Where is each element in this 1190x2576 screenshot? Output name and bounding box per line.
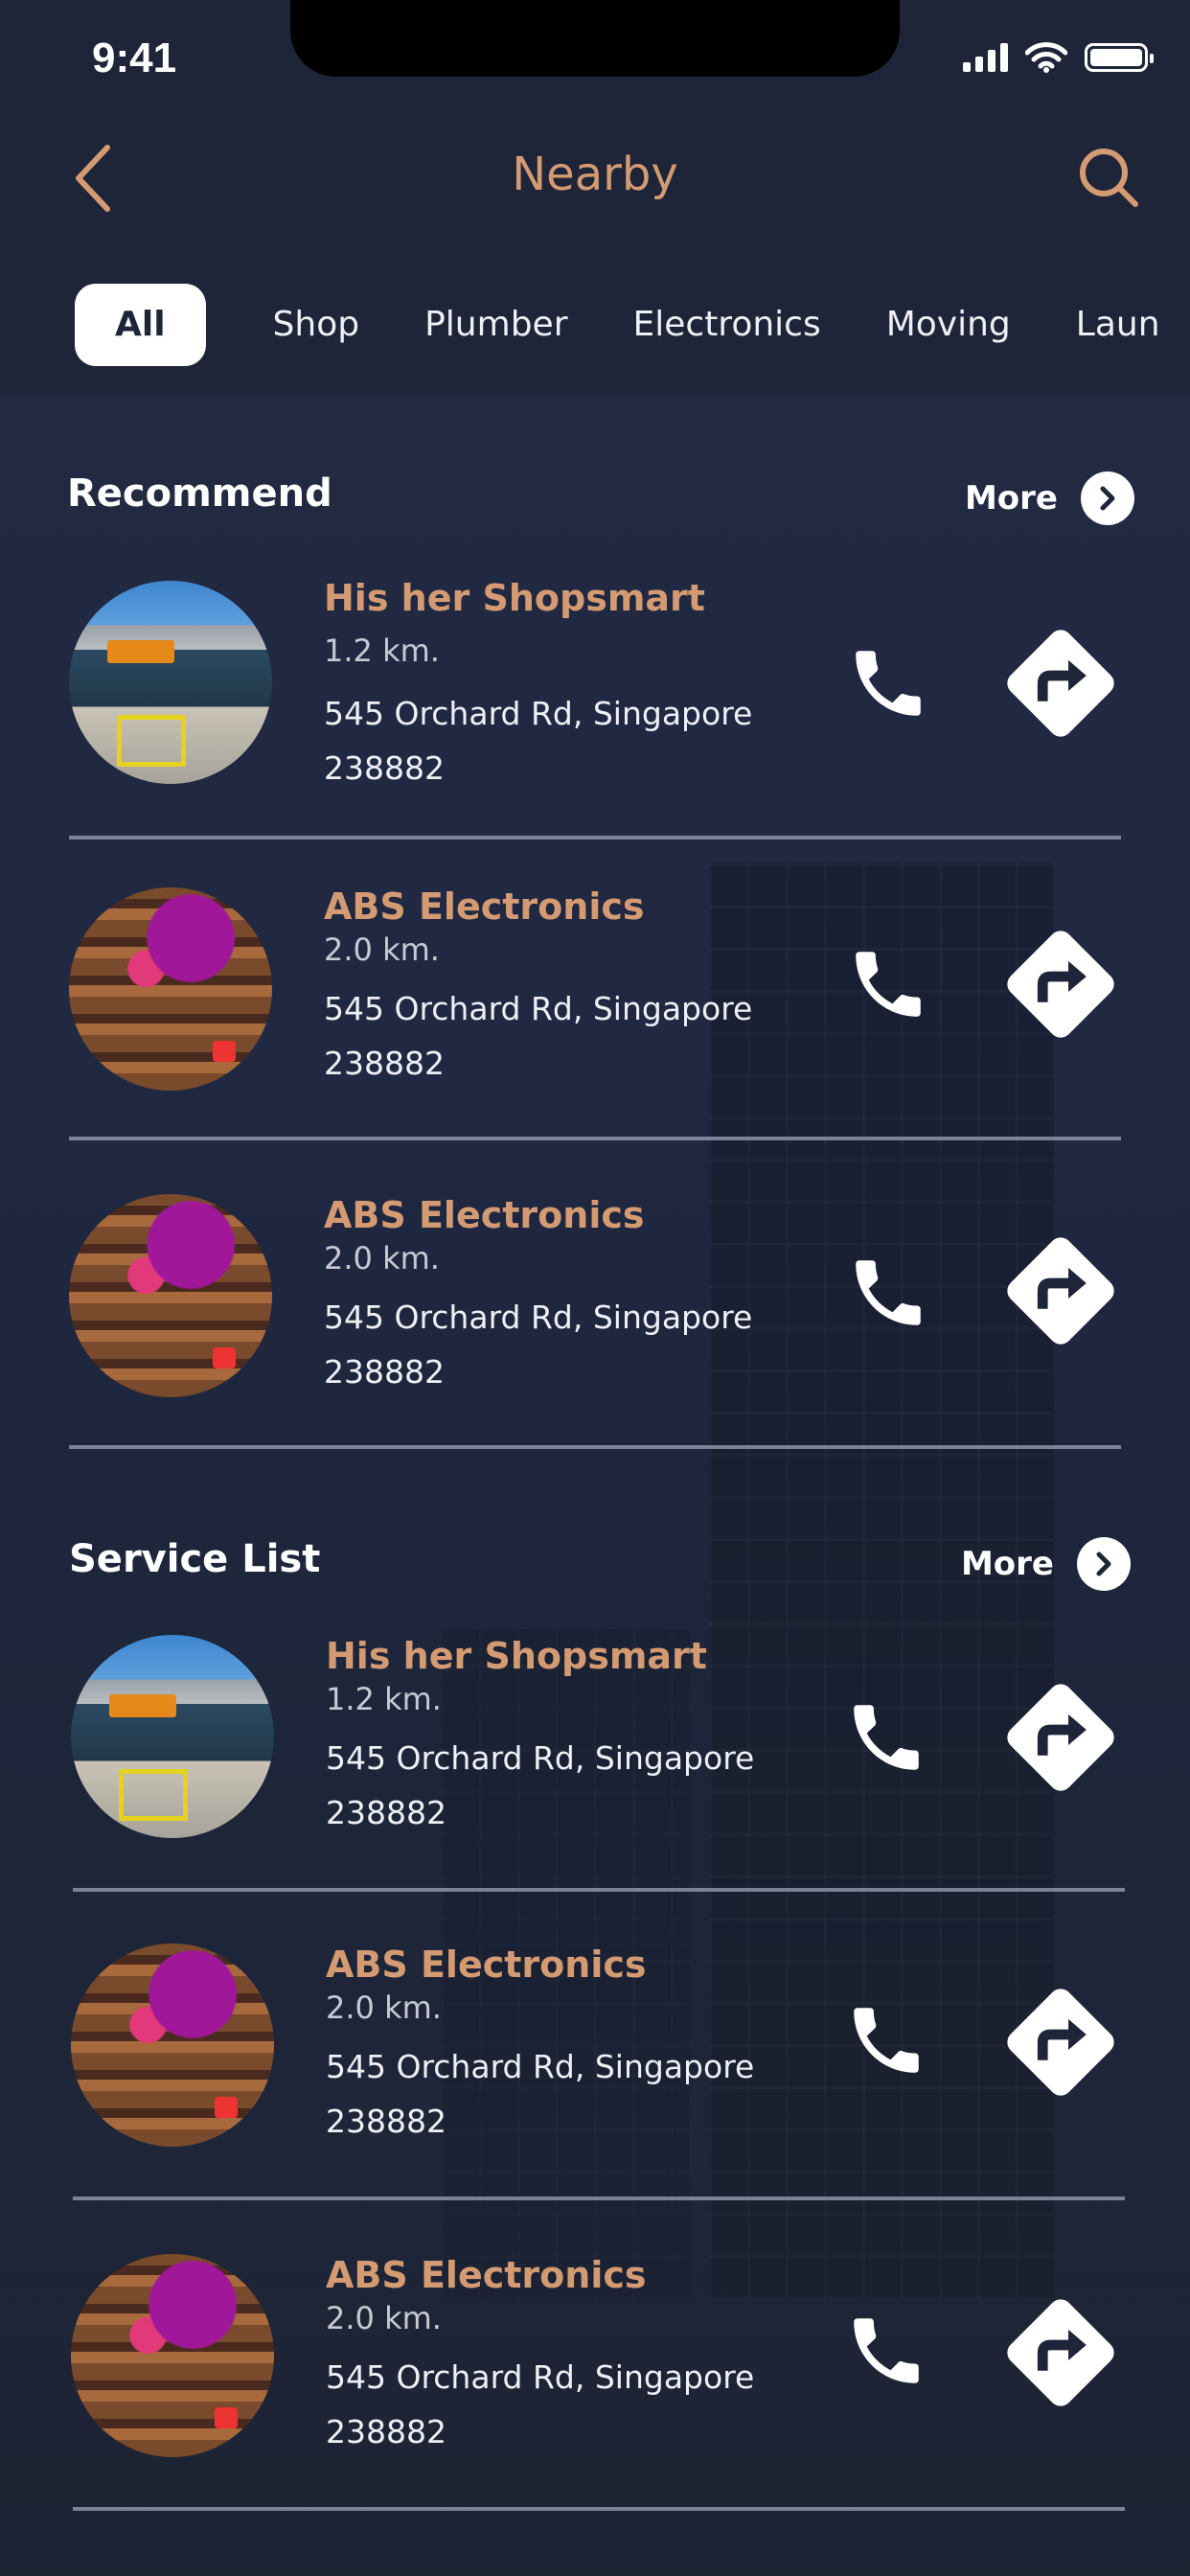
store-distance: 2.0 km. <box>326 2300 442 2336</box>
store-photo <box>69 1194 272 1397</box>
list-item[interactable]: His her Shopsmart 1.2 km. 545 Orchard Rd… <box>71 1635 1125 1922</box>
divider <box>73 2507 1125 2511</box>
store-address: 545 Orchard Rd, Singapore 238882 <box>324 990 753 1082</box>
list-item[interactable]: His her Shopsmart 1.2 km. 545 Orchard Rd… <box>69 577 1123 864</box>
store-address: 545 Orchard Rd, Singapore 238882 <box>326 1739 755 1831</box>
section-header-service-list: Service List More <box>0 1537 1190 1595</box>
divider <box>73 2196 1125 2200</box>
store-name: ABS Electronics <box>324 1194 645 1236</box>
filter-chip-electronics[interactable]: Electronics <box>633 284 821 366</box>
directions-icon[interactable] <box>996 1978 1125 2106</box>
store-info: His her Shopsmart 1.2 km. 545 Orchard Rd… <box>326 1635 824 1840</box>
more-label: More <box>960 1545 1054 1583</box>
divider <box>69 1445 1121 1449</box>
list-item[interactable]: ABS Electronics 2.0 km. 545 Orchard Rd, … <box>69 1194 1123 1482</box>
store-distance: 2.0 km. <box>326 1990 442 2026</box>
directions-icon[interactable] <box>996 619 1125 748</box>
list-item[interactable]: ABS Electronics 2.0 km. 545 Orchard Rd, … <box>69 886 1123 1173</box>
phone-icon[interactable] <box>845 941 931 1027</box>
store-info: ABS Electronics 2.0 km. 545 Orchard Rd, … <box>326 2254 824 2459</box>
phone-icon[interactable] <box>845 1250 931 1336</box>
store-name: ABS Electronics <box>324 886 645 928</box>
phone-icon[interactable] <box>843 2308 929 2394</box>
signal-icon <box>963 43 1008 72</box>
directions-icon[interactable] <box>996 920 1125 1048</box>
store-photo <box>69 581 272 784</box>
store-info: ABS Electronics 2.0 km. 545 Orchard Rd, … <box>326 1944 824 2149</box>
directions-icon[interactable] <box>996 1673 1125 1802</box>
store-address: 545 Orchard Rd, Singapore 238882 <box>324 1299 753 1391</box>
store-distance: 1.2 km. <box>324 632 440 669</box>
phone-icon[interactable] <box>845 640 931 726</box>
divider <box>69 836 1121 840</box>
more-label: More <box>964 479 1058 518</box>
page-title: Nearby <box>512 148 678 201</box>
list-item[interactable]: ABS Electronics 2.0 km. 545 Orchard Rd, … <box>71 2254 1125 2542</box>
store-photo <box>71 2254 274 2457</box>
more-button[interactable]: More <box>961 1537 1131 1591</box>
section-title: Service List <box>69 1537 321 1581</box>
store-address: 545 Orchard Rd, Singapore 238882 <box>326 2358 755 2450</box>
store-name: His her Shopsmart <box>326 1635 707 1677</box>
directions-icon[interactable] <box>996 2288 1125 2417</box>
store-distance: 2.0 km. <box>324 932 440 968</box>
search-icon[interactable] <box>1077 146 1140 209</box>
store-distance: 2.0 km. <box>324 1240 440 1276</box>
store-photo <box>71 1944 274 2147</box>
battery-icon <box>1085 43 1154 72</box>
filter-chip-plumber[interactable]: Plumber <box>424 284 567 366</box>
chevron-right-icon <box>1077 1537 1131 1591</box>
section-title: Recommend <box>67 472 332 516</box>
divider <box>73 1888 1125 1892</box>
device-notch <box>290 0 900 77</box>
store-photo <box>69 887 272 1091</box>
status-icons <box>963 42 1154 73</box>
filter-chip-all[interactable]: All <box>75 284 206 366</box>
filter-chip-moving[interactable]: Moving <box>886 284 1011 366</box>
category-filter-bar: All Shop Plumber Electronics Moving Laun <box>75 284 1190 366</box>
store-info: ABS Electronics 2.0 km. 545 Orchard Rd, … <box>324 1194 822 1399</box>
list-item[interactable]: ABS Electronics 2.0 km. 545 Orchard Rd, … <box>71 1944 1125 2231</box>
store-info: His her Shopsmart 1.2 km. 545 Orchard Rd… <box>324 577 822 795</box>
store-name: ABS Electronics <box>326 2254 647 2296</box>
section-header-recommend: Recommend More <box>0 472 1190 529</box>
status-time: 9:41 <box>92 34 177 81</box>
phone-icon[interactable] <box>843 1997 929 2083</box>
header: 9:41 Nearby All Shop Plumber Electronics… <box>0 0 1190 393</box>
screen: 9:41 Nearby All Shop Plumber Electronics… <box>0 0 1190 2576</box>
filter-chip-shop[interactable]: Shop <box>273 284 360 366</box>
store-address: 545 Orchard Rd, Singapore 238882 <box>326 2048 755 2140</box>
store-photo <box>71 1635 274 1838</box>
filter-chip-laundry[interactable]: Laun <box>1076 284 1160 366</box>
store-name: ABS Electronics <box>326 1944 647 1986</box>
store-distance: 1.2 km. <box>326 1681 442 1717</box>
store-name: His her Shopsmart <box>324 577 705 619</box>
more-button[interactable]: More <box>965 472 1134 525</box>
chevron-right-icon <box>1081 472 1134 525</box>
store-info: ABS Electronics 2.0 km. 545 Orchard Rd, … <box>324 886 822 1091</box>
phone-icon[interactable] <box>843 1694 929 1781</box>
directions-icon[interactable] <box>996 1227 1125 1355</box>
wifi-icon <box>1025 42 1067 73</box>
divider <box>69 1137 1121 1140</box>
store-address: 545 Orchard Rd, Singapore 238882 <box>324 695 753 787</box>
